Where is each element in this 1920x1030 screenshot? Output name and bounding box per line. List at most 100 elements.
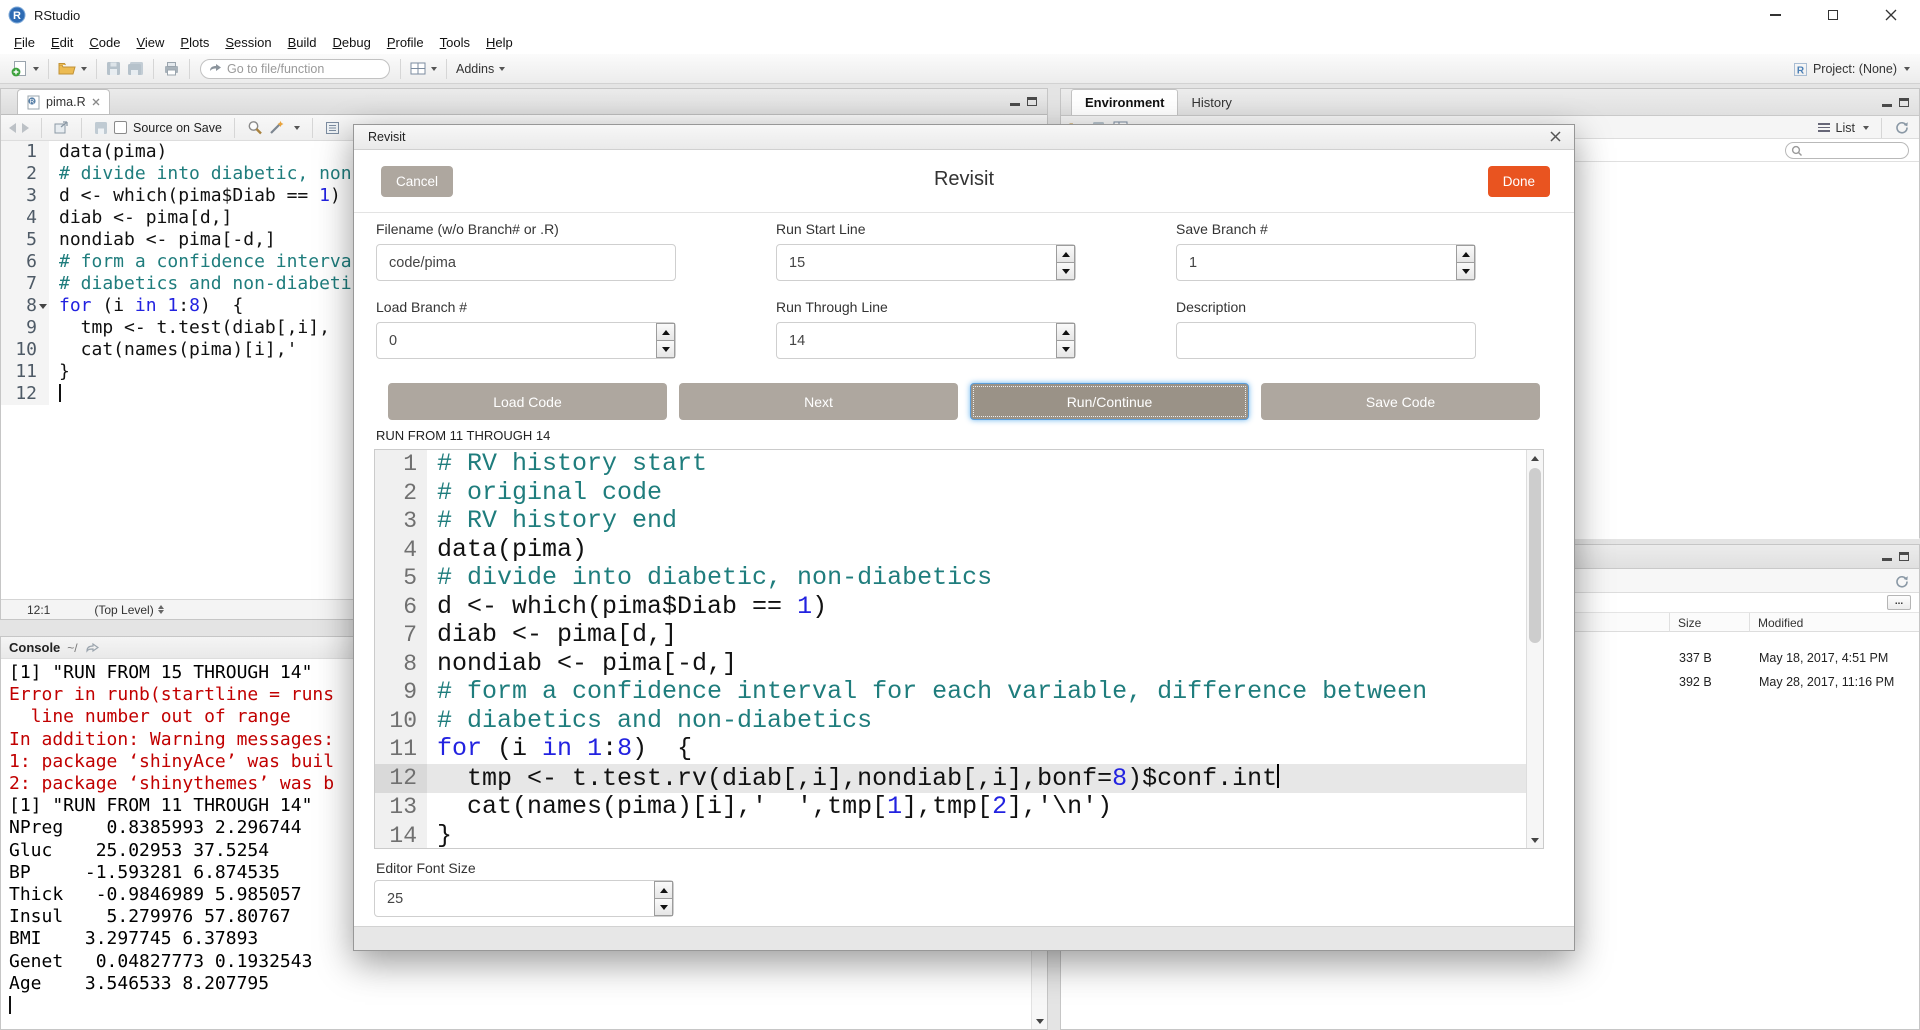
run-continue-button[interactable]: Run/Continue bbox=[970, 383, 1249, 420]
save-code-button[interactable]: Save Code bbox=[1261, 383, 1540, 420]
description-input[interactable] bbox=[1176, 322, 1476, 359]
scope-selector[interactable]: (Top Level) bbox=[94, 603, 163, 617]
dialog-code-editor[interactable]: 1# RV history start2# original code3# RV… bbox=[374, 449, 1544, 849]
refresh-icon[interactable] bbox=[1894, 574, 1909, 589]
menu-item-code[interactable]: Code bbox=[81, 32, 128, 53]
run-through-line-input[interactable] bbox=[776, 322, 1076, 359]
environment-search-box[interactable] bbox=[1785, 142, 1909, 159]
panes-layout-button[interactable] bbox=[407, 60, 440, 77]
scroll-down-button[interactable] bbox=[1032, 1013, 1047, 1029]
console-popout-icon[interactable] bbox=[85, 642, 99, 654]
code-line[interactable]: tmp <- t.test.rv(diab[,i],nondiab[,i],bo… bbox=[427, 764, 1279, 794]
new-file-button[interactable] bbox=[8, 58, 42, 79]
save-branch-input[interactable] bbox=[1176, 244, 1476, 281]
code-line[interactable]: # form a confidence interval for each va… bbox=[427, 678, 1427, 707]
scrollbar-thumb[interactable] bbox=[1529, 468, 1541, 643]
menu-item-file[interactable]: File bbox=[6, 32, 43, 53]
save-button[interactable] bbox=[103, 59, 124, 78]
code-row[interactable]: 8nondiab <- pima[-d,] bbox=[375, 650, 1543, 679]
code-line[interactable]: # RV history start bbox=[427, 450, 707, 479]
code-line[interactable]: tmp <- t.test(diab[,i], bbox=[49, 317, 330, 339]
popout-icon[interactable] bbox=[54, 121, 69, 134]
menu-item-view[interactable]: View bbox=[128, 32, 172, 53]
pane-minimize-icon[interactable] bbox=[1882, 558, 1892, 561]
scroll-up-button[interactable] bbox=[1527, 450, 1543, 466]
code-row[interactable]: 10# diabetics and non-diabetics bbox=[375, 707, 1543, 736]
code-line[interactable]: d <- which(pima$Diab == 1) bbox=[427, 593, 827, 622]
next-button[interactable]: Next bbox=[679, 383, 958, 420]
code-line[interactable]: for (i in 1:8) { bbox=[49, 295, 243, 317]
code-line[interactable]: # divide into diabetic, non-diabetics bbox=[427, 564, 992, 593]
menu-item-profile[interactable]: Profile bbox=[379, 32, 432, 53]
code-row[interactable]: 9# form a confidence interval for each v… bbox=[375, 678, 1543, 707]
open-file-button[interactable] bbox=[55, 59, 90, 78]
goto-file-box[interactable] bbox=[200, 59, 390, 79]
code-row[interactable]: 4data(pima) bbox=[375, 536, 1543, 565]
print-button[interactable] bbox=[160, 59, 183, 78]
code-row[interactable]: 14} bbox=[375, 822, 1543, 850]
code-line[interactable]: for (i in 1:8) { bbox=[427, 735, 692, 764]
column-header-modified[interactable]: Modified bbox=[1749, 613, 1919, 632]
load-branch-input[interactable] bbox=[376, 322, 676, 359]
pane-maximize-icon[interactable] bbox=[1899, 98, 1909, 107]
spinner[interactable] bbox=[656, 323, 675, 358]
find-replace-icon[interactable] bbox=[247, 120, 263, 135]
pane-minimize-icon[interactable] bbox=[1882, 104, 1892, 107]
code-line[interactable]: nondiab <- pima[-d,] bbox=[49, 229, 276, 251]
tab-environment[interactable]: Environment bbox=[1071, 89, 1178, 115]
code-line[interactable] bbox=[49, 383, 61, 405]
dialog-close-icon[interactable] bbox=[1549, 130, 1562, 143]
pane-minimize-icon[interactable] bbox=[1010, 103, 1020, 106]
code-line[interactable]: # original code bbox=[427, 479, 662, 508]
column-header-size[interactable]: Size bbox=[1669, 613, 1749, 632]
load-code-button[interactable]: Load Code bbox=[388, 383, 667, 420]
code-row[interactable]: 1# RV history start bbox=[375, 450, 1543, 479]
code-tools-icon[interactable] bbox=[269, 120, 286, 135]
code-line[interactable]: cat(names(pima)[i],' ',tmp[1],tmp[2],'\n… bbox=[427, 793, 1112, 822]
dialog-code[interactable]: 1# RV history start2# original code3# RV… bbox=[375, 450, 1543, 849]
spinner-up-icon[interactable] bbox=[1456, 245, 1475, 263]
close-button[interactable] bbox=[1862, 0, 1920, 30]
menu-item-session[interactable]: Session bbox=[217, 32, 279, 53]
code-line[interactable]: nondiab <- pima[-d,] bbox=[427, 650, 737, 679]
spinner[interactable] bbox=[654, 881, 673, 916]
done-button[interactable]: Done bbox=[1488, 166, 1550, 197]
code-row[interactable]: 13 cat(names(pima)[i],' ',tmp[1],tmp[2],… bbox=[375, 793, 1543, 822]
pane-maximize-icon[interactable] bbox=[1899, 552, 1909, 561]
fold-icon[interactable] bbox=[39, 304, 47, 309]
code-line[interactable]: cat(names(pima)[i],' bbox=[49, 339, 297, 361]
menu-item-tools[interactable]: Tools bbox=[432, 32, 478, 53]
spinner-down-icon[interactable] bbox=[1456, 263, 1475, 280]
code-row[interactable]: 2# original code bbox=[375, 479, 1543, 508]
spinner-down-icon[interactable] bbox=[656, 341, 675, 358]
spinner-down-icon[interactable] bbox=[654, 899, 673, 916]
code-line[interactable]: # RV history end bbox=[427, 507, 677, 536]
spinner-up-icon[interactable] bbox=[654, 881, 673, 899]
tab-close-icon[interactable] bbox=[92, 98, 100, 106]
code-row[interactable]: 3# RV history end bbox=[375, 507, 1543, 536]
save-all-button[interactable] bbox=[124, 59, 147, 78]
editor-scrollbar[interactable] bbox=[1526, 450, 1543, 848]
project-dropdown[interactable]: R Project: (None) bbox=[1793, 54, 1910, 84]
more-button[interactable]: ... bbox=[1887, 595, 1911, 610]
code-row[interactable]: 11for (i in 1:8) { bbox=[375, 735, 1543, 764]
refresh-icon[interactable] bbox=[1894, 120, 1909, 135]
pane-maximize-icon[interactable] bbox=[1027, 97, 1037, 106]
code-row[interactable]: 6d <- which(pima$Diab == 1) bbox=[375, 593, 1543, 622]
filename-w-o-branch-or-r-input[interactable] bbox=[376, 244, 676, 281]
save-icon[interactable] bbox=[94, 121, 108, 135]
spinner[interactable] bbox=[1056, 323, 1075, 358]
code-line[interactable]: data(pima) bbox=[427, 536, 587, 565]
tab-history[interactable]: History bbox=[1178, 89, 1244, 115]
code-line[interactable]: diab <- pima[d,] bbox=[49, 207, 232, 229]
menu-item-plots[interactable]: Plots bbox=[172, 32, 217, 53]
environment-search-input[interactable] bbox=[1803, 145, 1898, 157]
code-line[interactable]: } bbox=[427, 822, 452, 850]
code-line[interactable]: data(pima) bbox=[49, 141, 167, 163]
spinner-down-icon[interactable] bbox=[1056, 263, 1075, 280]
menu-item-build[interactable]: Build bbox=[280, 32, 325, 53]
tab-pima-r[interactable]: R pima.R bbox=[17, 89, 110, 114]
menu-item-help[interactable]: Help bbox=[478, 32, 521, 53]
source-on-save-checkbox[interactable] bbox=[114, 121, 127, 134]
addins-dropdown[interactable]: Addins bbox=[453, 60, 508, 78]
